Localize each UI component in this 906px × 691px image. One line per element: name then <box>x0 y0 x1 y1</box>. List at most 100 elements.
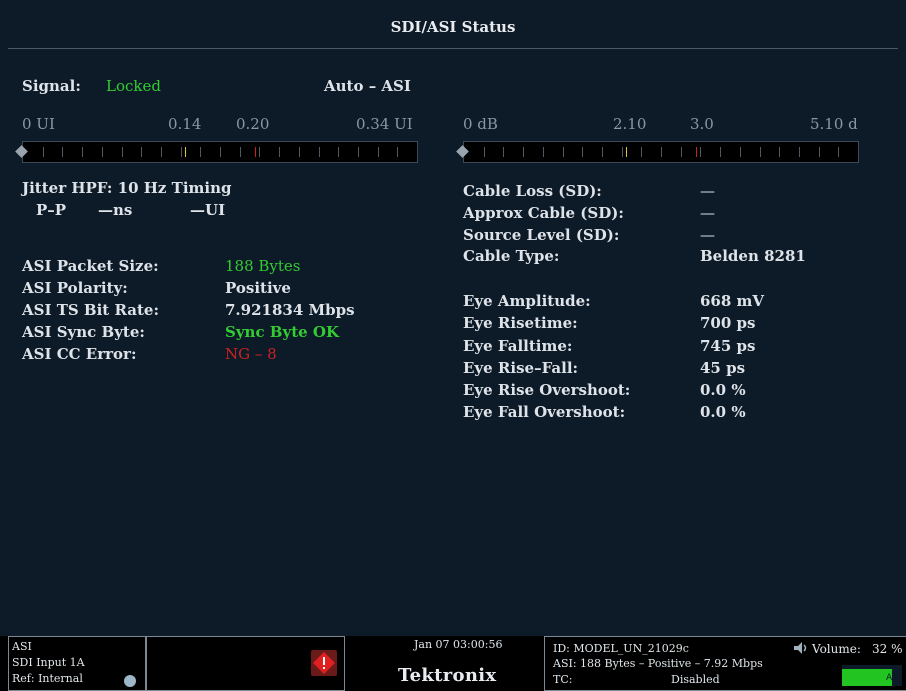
eye-row-label: Eye Amplitude: <box>463 292 591 310</box>
volume-level-fill <box>842 669 892 686</box>
meter-tick <box>582 147 583 157</box>
jitter-heading: Jitter HPF: 10 Hz Timing <box>22 179 232 197</box>
status-indicator-icon <box>124 675 136 687</box>
asi-row-label: ASI CC Error: <box>22 345 137 363</box>
meter-tick <box>279 147 280 157</box>
asi-packet-size-value: 188 Bytes <box>225 257 301 275</box>
jitter-meter <box>22 141 418 163</box>
asi-row-label: ASI Packet Size: <box>22 257 159 275</box>
brand-logo: Tektronix <box>398 665 497 686</box>
signal-value: Locked <box>106 77 161 95</box>
approx-cable-value: — <box>700 204 715 222</box>
cable-scale-yellow: 2.10 <box>613 115 647 133</box>
cable-row-label: Cable Type: <box>463 247 560 265</box>
eye-rise-fall-value: 45 ps <box>700 359 746 377</box>
meter-tick <box>661 147 662 157</box>
cable-scale-min: 0 dB <box>463 115 498 133</box>
input-label: SDI Input 1A <box>12 656 85 669</box>
asi-bit-rate-value: 7.921834 Mbps <box>225 301 355 319</box>
status-bar: ASI SDI Input 1A Ref: Internal Jan 07 03… <box>0 636 906 691</box>
meter-tick <box>523 147 524 157</box>
cable-row-label: Source Level (SD): <box>463 226 620 244</box>
eye-fall-overshoot-value: 0.0 % <box>700 403 746 421</box>
meter-tick <box>141 147 142 157</box>
meter-tick <box>82 147 83 157</box>
ac-label: AC <box>886 673 899 683</box>
signal-label: Signal: <box>22 77 81 95</box>
eye-row-label: Eye Fall Overshoot: <box>463 403 626 421</box>
meter-tick <box>799 147 800 157</box>
meter-tick <box>819 147 820 157</box>
eye-row-label: Eye Rise Overshoot: <box>463 381 631 399</box>
meter-tick <box>102 147 103 157</box>
source-level-value: — <box>700 226 715 244</box>
cable-loss-value: — <box>700 182 715 200</box>
meter-tick <box>760 147 761 157</box>
volume-label: Volume: <box>812 642 861 656</box>
meter-tick <box>200 147 201 157</box>
eye-row-label: Eye Risetime: <box>463 314 578 332</box>
jitter-scale-yellow: 0.14 <box>168 115 202 133</box>
jitter-ns-value: —ns <box>98 201 133 219</box>
status-screen: SDI/ASI Status Signal: Locked Auto – ASI… <box>0 0 906 636</box>
jitter-scale-min: 0 UI <box>22 115 55 133</box>
meter-tick <box>602 147 603 157</box>
meter-tick <box>240 147 241 157</box>
eye-amplitude-value: 668 mV <box>700 292 765 310</box>
warning-icon[interactable] <box>311 650 337 676</box>
meter-tick <box>543 147 544 157</box>
asi-sync-byte-value: Sync Byte OK <box>225 323 340 341</box>
meter-tick <box>319 147 320 157</box>
cable-type-value: Belden 8281 <box>700 247 806 265</box>
meter-tick <box>181 147 182 157</box>
meter-tick <box>484 147 485 157</box>
meter-tick <box>740 147 741 157</box>
eye-falltime-value: 745 ps <box>700 337 756 355</box>
asi-summary: ASI: 188 Bytes – Positive – 7.92 Mbps <box>553 657 763 670</box>
meter-tick <box>700 147 701 157</box>
meter-tick <box>161 147 162 157</box>
cable-loss-meter <box>463 141 859 163</box>
jitter-scale-max: 0.34 UI <box>356 115 413 133</box>
meter-tick <box>622 147 623 157</box>
meter-tick <box>720 147 721 157</box>
meter-tick <box>299 147 300 157</box>
cable-scale-max: 5.10 d <box>810 115 858 133</box>
asi-row-label: ASI TS Bit Rate: <box>22 301 159 319</box>
asi-row-label: ASI Polarity: <box>22 279 128 297</box>
tc-value: Disabled <box>671 673 720 686</box>
jitter-pp-label: P–P <box>36 201 67 219</box>
meter-tick <box>503 147 504 157</box>
eye-rise-overshoot-value: 0.0 % <box>700 381 746 399</box>
asi-cc-error-value: NG – 8 <box>225 345 277 363</box>
format-label: ASI <box>12 640 32 653</box>
asi-row-label: ASI Sync Byte: <box>22 323 145 341</box>
meter-tick <box>838 147 839 157</box>
meter-tick <box>338 147 339 157</box>
meter-tick <box>563 147 564 157</box>
signal-mode: Auto – ASI <box>324 77 411 95</box>
cable-scale-red: 3.0 <box>690 115 714 133</box>
datetime: Jan 07 03:00:56 <box>414 638 503 651</box>
volume-level-bar: AC <box>842 665 902 686</box>
meter-tick <box>122 147 123 157</box>
ref-label: Ref: Internal <box>12 672 83 685</box>
cable-row-label: Approx Cable (SD): <box>463 204 624 222</box>
meter-tick <box>397 147 398 157</box>
meter-limit-mark <box>255 147 256 157</box>
jitter-ui-value: —UI <box>190 201 226 219</box>
eye-row-label: Eye Falltime: <box>463 337 573 355</box>
meter-tick <box>358 147 359 157</box>
page-title: SDI/ASI Status <box>390 18 516 36</box>
speaker-icon <box>792 641 810 659</box>
meter-tick <box>62 147 63 157</box>
tc-label: TC: <box>553 673 573 686</box>
meter-tick <box>641 147 642 157</box>
eye-risetime-value: 700 ps <box>700 314 756 332</box>
cable-row-label: Cable Loss (SD): <box>463 182 602 200</box>
volume-value: 32 % <box>872 642 903 656</box>
meter-tick <box>779 147 780 157</box>
meter-limit-mark <box>696 147 697 157</box>
meter-warning-mark <box>185 147 186 157</box>
meter-tick <box>378 147 379 157</box>
